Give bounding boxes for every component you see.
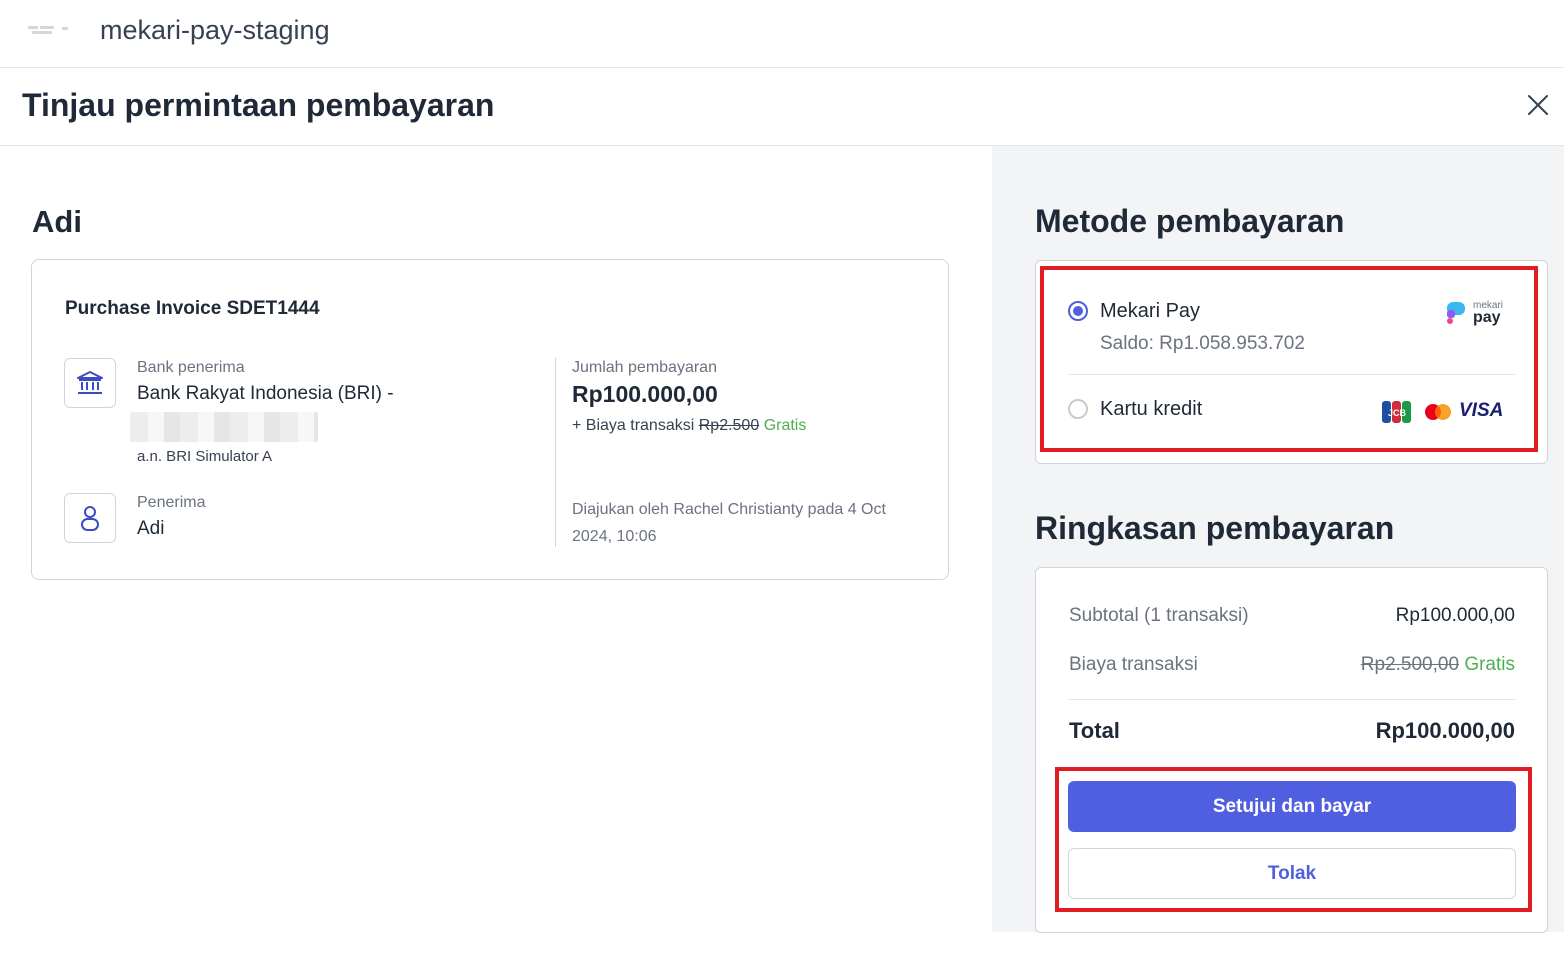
- subtotal-label: Subtotal (1 transaksi): [1069, 605, 1249, 626]
- credit-card-label[interactable]: Kartu kredit: [1100, 398, 1202, 421]
- mekari-pay-logo-icon: mekari pay: [1446, 300, 1516, 327]
- method-divider: [1068, 374, 1516, 375]
- app-logo: [28, 24, 70, 36]
- fee-free-value: Gratis: [1464, 654, 1515, 675]
- invoice-title: Purchase Invoice SDET1444: [65, 298, 320, 319]
- account-number-redacted: [130, 412, 318, 442]
- approve-pay-button[interactable]: Setujui dan bayar: [1068, 781, 1516, 832]
- amount-value: Rp100.000,00: [572, 381, 718, 407]
- payment-method-title: Metode pembayaran: [1035, 203, 1345, 239]
- fee-free: Gratis: [763, 417, 807, 434]
- person-icon-box: [64, 493, 116, 543]
- visa-icon: VISA: [1459, 400, 1504, 421]
- mekari-pay-label[interactable]: Mekari Pay: [1100, 300, 1200, 323]
- reject-button[interactable]: Tolak: [1068, 848, 1516, 899]
- amount-label: Jumlah pembayaran: [572, 359, 717, 376]
- fee-original: Rp2.500: [698, 417, 760, 434]
- submitted-info: Diajukan oleh Rachel Christianty pada 4 …: [572, 501, 886, 545]
- payment-panel: Metode pembayaran Mekari Pay Saldo: Rp1.…: [992, 146, 1564, 933]
- bank-label: Bank penerima: [137, 359, 245, 376]
- pay-logo-text: pay: [1473, 309, 1501, 326]
- bank-icon: [77, 371, 103, 394]
- fee-prefix: + Biaya transaksi: [572, 417, 695, 434]
- payment-method-card: Mekari Pay Saldo: Rp1.058.953.702 mekari…: [1035, 260, 1548, 464]
- total-value: Rp100.000,00: [1375, 718, 1515, 743]
- total-label: Total: [1069, 718, 1120, 743]
- person-icon: [81, 506, 99, 531]
- payment-summary-card: Subtotal (1 transaksi) Rp100.000,00 Biay…: [1035, 567, 1548, 933]
- svg-text:JCB: JCB: [1388, 408, 1407, 418]
- summary-divider: [1069, 699, 1516, 700]
- fee-original-value: Rp2.500,00: [1360, 654, 1460, 675]
- credit-card-radio[interactable]: [1068, 399, 1088, 419]
- jcb-icon: JCB: [1382, 401, 1412, 428]
- fee-line: + Biaya transaksi Rp2.500 Gratis: [572, 417, 806, 435]
- recipient-label: Penerima: [137, 494, 206, 511]
- fee-value: Rp2.500,00 Gratis: [1361, 654, 1515, 676]
- mekari-pay-balance: Saldo: Rp1.058.953.702: [1100, 333, 1305, 354]
- subtotal-value: Rp100.000,00: [1395, 605, 1515, 626]
- recipient-heading: Adi: [32, 204, 82, 239]
- divider: [555, 358, 556, 547]
- close-icon[interactable]: [1524, 91, 1552, 119]
- request-details-panel: Adi Purchase Invoice SDET1444 Bank pener…: [0, 146, 992, 967]
- invoice-card: Purchase Invoice SDET1444 Bank penerima …: [31, 259, 949, 580]
- payment-summary-title: Ringkasan pembayaran: [1035, 510, 1395, 546]
- fee-label: Biaya transaksi: [1069, 654, 1198, 675]
- app-name: mekari-pay-staging: [100, 15, 330, 45]
- page-title: Tinjau permintaan pembayaran: [22, 87, 495, 123]
- recipient-value: Adi: [137, 518, 165, 539]
- bank-name: Bank Rakyat Indonesia (BRI) -: [137, 383, 394, 404]
- modal-header: Tinjau permintaan pembayaran: [0, 69, 1564, 146]
- bank-icon-box: [64, 358, 116, 408]
- account-holder: a.n. BRI Simulator A: [137, 448, 273, 465]
- mastercard-icon: [1424, 403, 1452, 426]
- mekari-pay-radio[interactable]: [1068, 301, 1088, 321]
- top-bar: mekari-pay-staging: [0, 0, 1564, 68]
